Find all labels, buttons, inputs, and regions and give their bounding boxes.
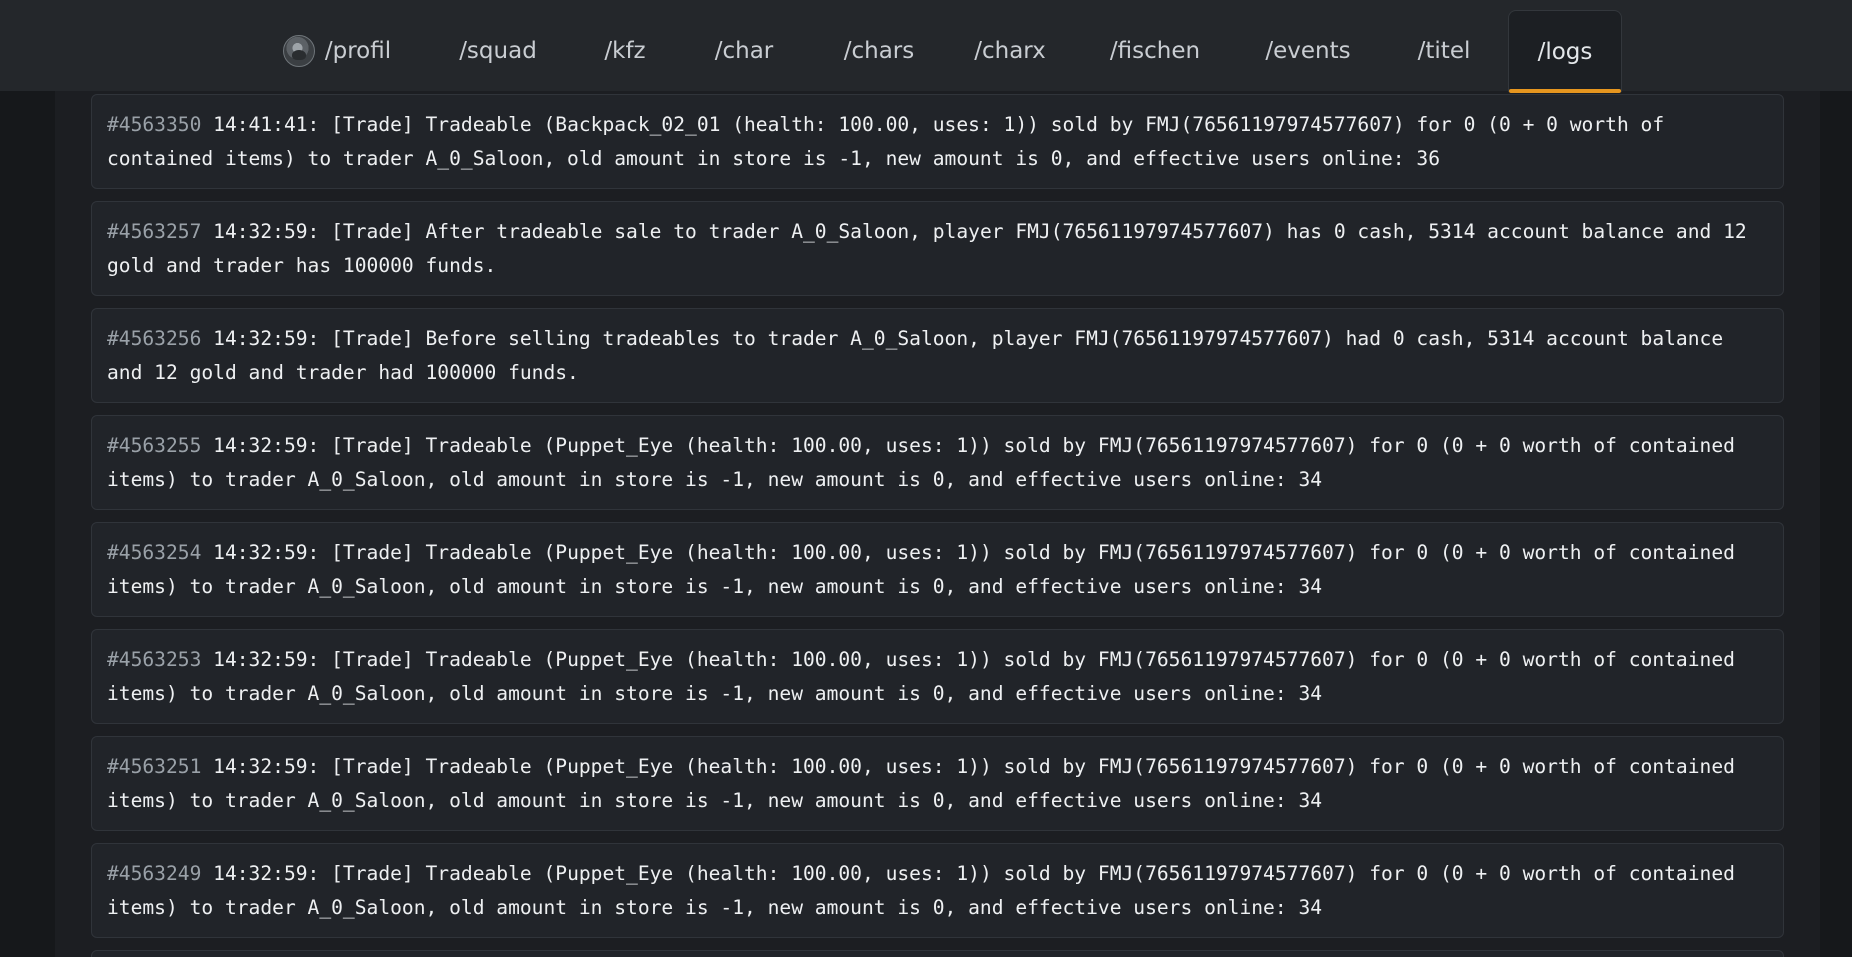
nav-item-label: /squad	[459, 38, 537, 64]
log-text: 14:32:59: [Trade] Before selling tradeab…	[107, 327, 1724, 384]
nav-item-charx[interactable]: /charx	[974, 10, 1046, 92]
nav-item-label: /logs	[1537, 38, 1593, 65]
log-text: 14:32:59: [Trade] Tradeable (Puppet_Eye …	[107, 434, 1735, 491]
nav-item-label: /charx	[974, 38, 1046, 64]
nav-item-profil[interactable]: /profil	[278, 10, 396, 92]
nav-item-label: /profil	[324, 38, 392, 64]
avatar	[282, 35, 315, 67]
log-text: 14:32:59: [Trade] Tradeable (Puppet_Eye …	[107, 648, 1735, 705]
log-entry: #4563255 14:32:59: [Trade] Tradeable (Pu…	[91, 415, 1784, 510]
log-text: 14:32:59: [Trade] After tradeable sale t…	[107, 220, 1747, 277]
nav-item-kfz[interactable]: /kfz	[600, 10, 650, 92]
log-text: 14:32:59: [Trade] Tradeable (Puppet_Eye …	[107, 541, 1735, 598]
nav-item-squad[interactable]: /squad	[455, 10, 541, 92]
log-id: #4563255	[107, 434, 202, 457]
log-id: #4563251	[107, 755, 202, 778]
nav-item-char[interactable]: /char	[710, 10, 778, 92]
logs-panel[interactable]: #4563350 14:41:41: [Trade] Tradeable (Ba…	[55, 91, 1820, 957]
nav-item-label: /fischen	[1109, 38, 1201, 64]
top-navbar: /profil /squad /kfz /char /chars /charx …	[0, 0, 1852, 93]
nav-item-label: /titel	[1417, 38, 1471, 64]
nav-item-label: /events	[1265, 38, 1351, 64]
log-entry: #4563253 14:32:59: [Trade] Tradeable (Pu…	[91, 629, 1784, 724]
log-entry: #4563251 14:32:59: [Trade] Tradeable (Pu…	[91, 736, 1784, 831]
log-entry: #4563249 14:32:59: [Trade] Tradeable (Pu…	[91, 843, 1784, 938]
nav-item-fischen[interactable]: /fischen	[1110, 10, 1200, 92]
log-id: #4563350	[107, 113, 202, 136]
log-id: #4563253	[107, 648, 202, 671]
log-list: #4563350 14:41:41: [Trade] Tradeable (Ba…	[91, 94, 1784, 957]
log-id: #4563249	[107, 862, 202, 885]
left-gutter	[0, 91, 55, 957]
log-entry: #4563350 14:41:41: [Trade] Tradeable (Ba…	[91, 94, 1784, 189]
log-text: 14:32:59: [Trade] Tradeable (Puppet_Eye …	[107, 755, 1735, 812]
active-tab-indicator	[1509, 89, 1621, 93]
nav-item-titel[interactable]: /titel	[1414, 10, 1474, 92]
nav-item-logs[interactable]: /logs	[1508, 10, 1622, 93]
nav-item-chars[interactable]: /chars	[838, 10, 920, 92]
log-entry: #4563257 14:32:59: [Trade] After tradeab…	[91, 201, 1784, 296]
right-gutter	[1820, 91, 1852, 957]
log-entry: #4563254 14:32:59: [Trade] Tradeable (Pu…	[91, 522, 1784, 617]
nav-item-label: /char	[714, 38, 774, 64]
log-id: #4563257	[107, 220, 202, 243]
nav-item-events[interactable]: /events	[1265, 10, 1351, 92]
log-id: #4563254	[107, 541, 202, 564]
log-text: 14:41:41: [Trade] Tradeable (Backpack_02…	[107, 113, 1665, 170]
log-text: 14:32:59: [Trade] Tradeable (Puppet_Eye …	[107, 862, 1735, 919]
log-entry: #4563256 14:32:59: [Trade] Before sellin…	[91, 308, 1784, 403]
log-id: #4563256	[107, 327, 202, 350]
nav-item-label: /kfz	[604, 38, 646, 64]
nav-item-label: /chars	[843, 38, 915, 64]
log-entry-partial	[91, 950, 1784, 957]
main-nav: /profil /squad /kfz /char /chars /charx …	[0, 0, 1852, 93]
